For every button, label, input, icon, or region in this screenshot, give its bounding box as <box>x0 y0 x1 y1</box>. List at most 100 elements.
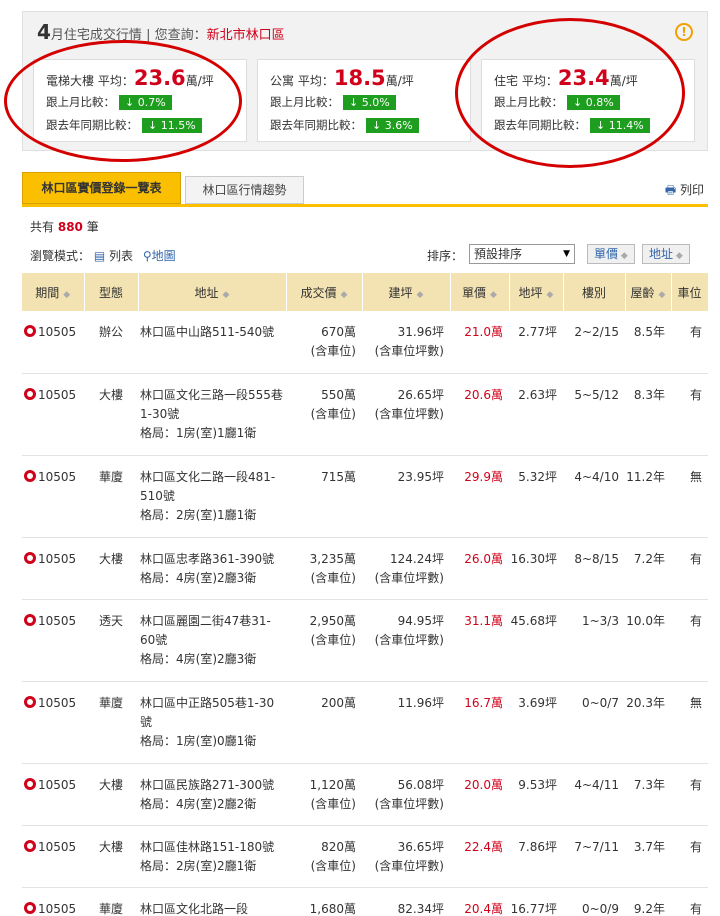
info-warning-icon[interactable]: ! <box>675 23 693 41</box>
print-button[interactable]: 🖶 列印 <box>665 181 704 202</box>
cell-address[interactable]: 林口區中山路511-540號 <box>138 311 286 374</box>
view-mode: 瀏覽模式： ▤ 列表 ⚲地圖 <box>30 249 176 263</box>
cell-address[interactable]: 林口區文化二路一段481-510號 格局：2房(室)1廳1衛 <box>138 455 286 538</box>
map-view-button[interactable]: ⚲地圖 <box>143 249 176 263</box>
mom-change-badge: ↓ 0.8% <box>567 95 620 110</box>
sort-by-address-button[interactable]: 地址 ◆ <box>642 244 690 264</box>
table-row[interactable]: 10505 大樓 林口區忠孝路361-390號 格局：4房(室)2廳3衛 3,235萬(… <box>22 537 708 600</box>
table-row[interactable]: 10505 華廈 林口區中正路505巷1-30號 格局：1房(室)0廳1衛 200萬 11… <box>22 681 708 764</box>
cell-unit-price: 16.7萬 <box>450 681 509 764</box>
tab-price-list[interactable]: 林口區實價登錄一覽表 <box>22 172 181 204</box>
col-header-type: 型態 <box>84 273 139 311</box>
cell-unit-price: 29.9萬 <box>450 455 509 538</box>
address-text: 林口區佳林路151-180號 <box>140 839 275 854</box>
cell-age: 7.2年 <box>625 537 671 600</box>
cell-period: 10505 <box>22 537 84 600</box>
table-row[interactable]: 10505 大樓 林口區民族路271-300號 格局：4房(室)2廳2衛 1,120萬(… <box>22 763 708 826</box>
target-icon <box>24 777 36 790</box>
col-header-area[interactable]: 建坪 ◆ <box>362 273 451 311</box>
layout-text: 格局：1房(室)1廳1衛 <box>140 425 257 440</box>
address-text: 林口區中山路511-540號 <box>140 325 275 339</box>
cell-parking: 有 <box>671 537 708 600</box>
address-text: 林口區文化三路一段555巷1-30號 <box>140 387 283 421</box>
cell-type: 華廈 <box>84 681 138 764</box>
cell-land: 3.69坪 <box>509 681 563 764</box>
table-row[interactable]: 10505 大樓 林口區佳林路151-180號 格局：2房(室)2廳1衛 820萬 (含車… <box>22 825 708 888</box>
cell-type: 大樓 <box>84 825 138 888</box>
address-text: 林口區民族路271-300號 <box>140 777 275 792</box>
target-icon <box>24 325 36 337</box>
table-row[interactable]: 10505 透天 林口區麗園二街47巷31-60號 格局：4房(室)2廳3衛 2,950… <box>22 599 708 682</box>
address-text: 林口區文化二路一段481-510號 <box>140 469 276 503</box>
cell-type: 透天 <box>84 599 138 682</box>
sort-by-unit-price-button[interactable]: 單價 ◆ <box>587 244 635 264</box>
cell-unit-price: 26.0萬 <box>450 537 509 600</box>
cell-floor: 0~0/7 <box>563 681 625 764</box>
query-location[interactable]: 新北市林口區 <box>207 28 285 43</box>
cell-land: 7.86坪 <box>509 825 563 888</box>
col-header-period[interactable]: 期間 ◆ <box>22 273 85 311</box>
sort-label: 排序： <box>427 249 464 263</box>
col-header-address[interactable]: 地址 ◆ <box>138 273 287 311</box>
list-view-button[interactable]: ▤ 列表 <box>94 249 133 263</box>
table-row[interactable]: 10505 華廈 林口區文化二路一段481-510號 格局：2房(室)1廳1衛 715萬… <box>22 455 708 538</box>
mom-change-badge: ↓ 0.7% <box>119 95 172 110</box>
target-icon <box>24 469 36 482</box>
address-text: 林口區麗園二街47巷31-60號 <box>140 613 271 647</box>
cell-type: 大樓 <box>84 537 138 600</box>
col-header-price[interactable]: 成交價 ◆ <box>286 273 363 311</box>
cell-type: 華廈 <box>84 887 138 916</box>
cell-address[interactable]: 林口區文化三路一段555巷1-30號格局：1房(室)1廳1衛 <box>138 373 286 456</box>
cell-period: 10505 <box>22 887 84 916</box>
sort-select[interactable]: 預設排序 ▼ <box>469 244 575 264</box>
query-label: 您查詢： <box>154 28 207 43</box>
cell-address[interactable]: 林口區佳林路151-180號 格局：2房(室)2廳1衛 <box>138 825 286 888</box>
cell-address[interactable]: 林口區忠孝路361-390號 格局：4房(室)2廳3衛 <box>138 537 286 600</box>
col-header-unit-price[interactable]: 單價 ◆ <box>450 273 510 311</box>
cell-floor: 5~5/12 <box>563 373 625 456</box>
summary-month: 4 <box>37 20 51 44</box>
col-header-age[interactable]: 屋齡 ◆ <box>625 273 672 311</box>
card-avg-price: 23.6 <box>133 66 186 90</box>
cell-price: 3,235萬 (含車位) <box>286 537 362 600</box>
tab-price-trend[interactable]: 林口區行情趨勢 <box>185 176 304 204</box>
address-text: 林口區忠孝路361-390號 <box>140 551 275 566</box>
cell-address[interactable]: 林口區文化北路一段 <box>138 887 286 916</box>
cell-floor: 1~3/3 <box>563 599 625 682</box>
col-header-land[interactable]: 地坪 ◆ <box>509 273 564 311</box>
cell-address[interactable]: 林口區麗園二街47巷31-60號 格局：4房(室)2廳3衛 <box>138 599 286 682</box>
cell-unit-price: 22.4萬 <box>450 825 509 888</box>
cell-area: 11.96坪 <box>362 681 450 764</box>
cell-age: 3.7年 <box>625 825 671 888</box>
table-row[interactable]: 10505 辦公 林口區中山路511-540號 670萬 (含車位) 31.96坪 (含車位… <box>22 311 708 374</box>
chevron-down-icon: ▼ <box>563 249 570 259</box>
target-icon <box>24 387 36 400</box>
cell-price: 200萬 <box>286 681 362 764</box>
target-icon <box>24 551 36 564</box>
yoy-change-badge: ↓ 11.5% <box>142 118 202 133</box>
table-row[interactable]: 10505 大樓 林口區文化三路一段555巷1-30號 格局：1房(室)1廳1衛 550… <box>22 373 708 456</box>
cell-floor: 4~4/10 <box>563 455 625 538</box>
tab-underline <box>22 204 708 207</box>
cell-address[interactable]: 林口區民族路271-300號 格局：4房(室)2廳2衛 <box>138 763 286 826</box>
summary-title-text: 月住宅成交行情 <box>50 28 142 43</box>
cell-age: 10.0年 <box>625 599 671 682</box>
map-pin-icon: ⚲ <box>142 249 152 263</box>
col-header-floor: 樓別 <box>563 273 626 311</box>
card-avg-price: 18.5 <box>333 66 386 90</box>
sort-icon: ◆ <box>222 289 230 300</box>
cell-type: 辦公 <box>84 311 138 374</box>
cell-age: 20.3年 <box>625 681 671 764</box>
cell-floor: 4~4/11 <box>563 763 625 826</box>
sort-icon: ◆ <box>658 289 666 300</box>
layout-text: 格局：2房(室)2廳1衛 <box>140 858 257 873</box>
cell-period: 10505 <box>22 311 84 374</box>
transactions-table: 期間 ◆ 型態 地址 ◆ 成交價 ◆ 建坪 ◆ 單價 ◆ 地坪 ◆ 樓別 屋齡 ◆ 車位 10… <box>22 273 709 916</box>
target-icon <box>24 613 36 626</box>
cell-type: 華廈 <box>84 455 138 538</box>
table-row[interactable]: 10505 華廈 林口區文化北路一段 1,680萬 82.34坪 20.4萬 16.77坪 0… <box>22 887 708 916</box>
sort-icon: ◆ <box>618 251 628 261</box>
cell-parking: 無 <box>671 455 708 538</box>
cell-address[interactable]: 林口區中正路505巷1-30號 格局：1房(室)0廳1衛 <box>138 681 286 764</box>
sort-icon: ◆ <box>673 251 683 261</box>
